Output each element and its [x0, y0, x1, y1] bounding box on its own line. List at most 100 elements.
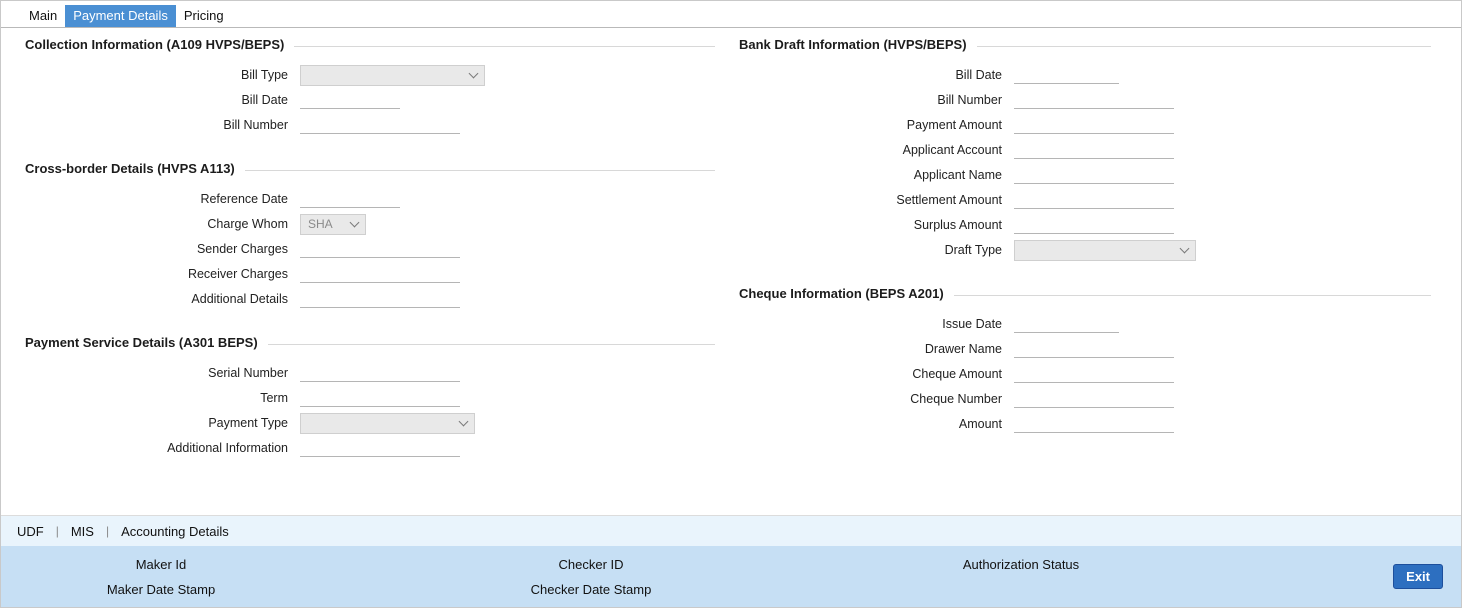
- link-separator: |: [55, 524, 59, 538]
- left-column: Collection Information (A109 HVPS/BEPS) …: [1, 37, 715, 515]
- tab-pricing[interactable]: Pricing: [176, 5, 232, 27]
- exit-button[interactable]: Exit: [1393, 564, 1443, 589]
- tab-bar: Main Payment Details Pricing: [1, 1, 1461, 28]
- maker-date-stamp-label: Maker Date Stamp: [106, 581, 216, 597]
- field-label-term: Term: [260, 391, 288, 405]
- bill-type-select[interactable]: [300, 64, 485, 86]
- chevron-down-icon: [349, 217, 360, 227]
- field-label-payment-type: Payment Type: [208, 416, 288, 430]
- term-input[interactable]: [300, 389, 460, 407]
- field-label-amount: Amount: [958, 417, 1002, 431]
- applicant-name-input[interactable]: [1014, 166, 1174, 184]
- section-divider: [267, 343, 715, 345]
- field-label-issue-date: Issue Date: [942, 317, 1002, 331]
- maker-column: Maker Id Maker Date Stamp: [1, 552, 321, 602]
- bill-date-input[interactable]: [300, 91, 400, 109]
- udf-link[interactable]: UDF: [17, 524, 44, 539]
- draft-bill-number-input[interactable]: [1014, 91, 1174, 109]
- authorization-column: Authorization Status: [861, 552, 1181, 602]
- sender-charges-input[interactable]: [300, 240, 460, 258]
- tab-main[interactable]: Main: [21, 5, 65, 27]
- section-header: Payment Service Details (A301 BEPS): [25, 335, 715, 350]
- section-header: Bank Draft Information (HVPS/BEPS): [739, 37, 1431, 52]
- section-payment-service-details: Payment Service Details (A301 BEPS) Seri…: [25, 335, 715, 458]
- audit-footer: Maker Id Maker Date Stamp Checker ID Che…: [1, 546, 1461, 607]
- field-label-reference-date: Reference Date: [200, 192, 288, 206]
- section-title: Bank Draft Information (HVPS/BEPS): [739, 37, 967, 52]
- section-bank-draft-information: Bank Draft Information (HVPS/BEPS) Bill …: [739, 37, 1431, 261]
- authorization-status-label: Authorization Status: [962, 556, 1080, 572]
- section-header: Collection Information (A109 HVPS/BEPS): [25, 37, 715, 52]
- cheque-amount-input[interactable]: [1014, 365, 1174, 383]
- serial-number-input[interactable]: [300, 364, 460, 382]
- cheque-number-input[interactable]: [1014, 390, 1174, 408]
- payment-details-screen: Main Payment Details Pricing Collection …: [0, 0, 1462, 608]
- chevron-down-icon: [458, 416, 469, 426]
- bottom-links-bar: UDF | MIS | Accounting Details: [1, 515, 1461, 546]
- additional-information-input[interactable]: [300, 439, 460, 457]
- exit-area: Exit: [1181, 564, 1461, 589]
- checker-date-stamp-label: Checker Date Stamp: [530, 581, 652, 597]
- section-divider: [953, 294, 1431, 296]
- section-divider: [294, 45, 715, 47]
- payment-type-select[interactable]: [300, 412, 475, 434]
- bill-number-input[interactable]: [300, 116, 460, 134]
- applicant-account-input[interactable]: [1014, 141, 1174, 159]
- draft-bill-date-input[interactable]: [1014, 66, 1119, 84]
- field-label-charge-whom: Charge Whom: [207, 217, 288, 231]
- section-title: Cheque Information (BEPS A201): [739, 286, 944, 301]
- mis-link[interactable]: MIS: [71, 524, 94, 539]
- maker-id-label: Maker Id: [135, 556, 187, 572]
- payment-amount-input[interactable]: [1014, 116, 1174, 134]
- chevron-down-icon: [1179, 243, 1190, 253]
- section-cheque-information: Cheque Information (BEPS A201) Issue Dat…: [739, 286, 1431, 434]
- field-label-additional-information: Additional Information: [167, 441, 288, 455]
- tab-payment-details[interactable]: Payment Details: [65, 5, 176, 27]
- charge-whom-select[interactable]: SHA: [300, 213, 366, 235]
- additional-details-input[interactable]: [300, 290, 460, 308]
- settlement-amount-input[interactable]: [1014, 191, 1174, 209]
- section-title: Collection Information (A109 HVPS/BEPS): [25, 37, 285, 52]
- chevron-down-icon: [468, 68, 479, 78]
- issue-date-input[interactable]: [1014, 315, 1119, 333]
- field-label-cheque-amount: Cheque Amount: [912, 367, 1002, 381]
- field-label-draft-bill-date: Bill Date: [955, 68, 1002, 82]
- checker-column: Checker ID Checker Date Stamp: [321, 552, 861, 602]
- field-label-applicant-name: Applicant Name: [913, 168, 1002, 182]
- section-collection-information: Collection Information (A109 HVPS/BEPS) …: [25, 37, 715, 135]
- amount-input[interactable]: [1014, 415, 1174, 433]
- right-column: Bank Draft Information (HVPS/BEPS) Bill …: [739, 37, 1431, 515]
- surplus-amount-input[interactable]: [1014, 216, 1174, 234]
- field-label-applicant-account: Applicant Account: [902, 143, 1002, 157]
- field-label-payment-amount: Payment Amount: [906, 118, 1002, 132]
- section-title: Payment Service Details (A301 BEPS): [25, 335, 258, 350]
- section-header: Cross-border Details (HVPS A113): [25, 161, 715, 176]
- checker-id-label: Checker ID: [558, 556, 624, 572]
- field-label-receiver-charges: Receiver Charges: [187, 267, 288, 281]
- field-label-cheque-number: Cheque Number: [910, 392, 1002, 406]
- form-content: Collection Information (A109 HVPS/BEPS) …: [1, 28, 1461, 515]
- receiver-charges-input[interactable]: [300, 265, 460, 283]
- charge-whom-value: SHA: [308, 217, 333, 231]
- drawer-name-input[interactable]: [1014, 340, 1174, 358]
- section-header: Cheque Information (BEPS A201): [739, 286, 1431, 301]
- field-label-draft-bill-number: Bill Number: [937, 93, 1002, 107]
- field-label-serial-number: Serial Number: [208, 366, 288, 380]
- reference-date-input[interactable]: [300, 190, 400, 208]
- section-divider: [244, 169, 715, 171]
- link-separator: |: [105, 524, 110, 538]
- field-label-surplus-amount: Surplus Amount: [913, 218, 1002, 232]
- field-label-sender-charges: Sender Charges: [196, 242, 288, 256]
- field-label-bill-number: Bill Number: [223, 118, 288, 132]
- field-label-draft-type: Draft Type: [944, 243, 1002, 257]
- field-label-bill-date: Bill Date: [241, 93, 288, 107]
- accounting-details-link[interactable]: Accounting Details: [121, 524, 229, 539]
- section-title: Cross-border Details (HVPS A113): [25, 161, 235, 176]
- draft-type-select[interactable]: [1014, 239, 1196, 261]
- field-label-additional-details: Additional Details: [191, 292, 288, 306]
- section-divider: [976, 45, 1431, 47]
- field-label-bill-type: Bill Type: [240, 68, 288, 82]
- field-label-drawer-name: Drawer Name: [924, 342, 1002, 356]
- section-cross-border-details: Cross-border Details (HVPS A113) Referen…: [25, 161, 715, 309]
- field-label-settlement-amount: Settlement Amount: [896, 193, 1002, 207]
